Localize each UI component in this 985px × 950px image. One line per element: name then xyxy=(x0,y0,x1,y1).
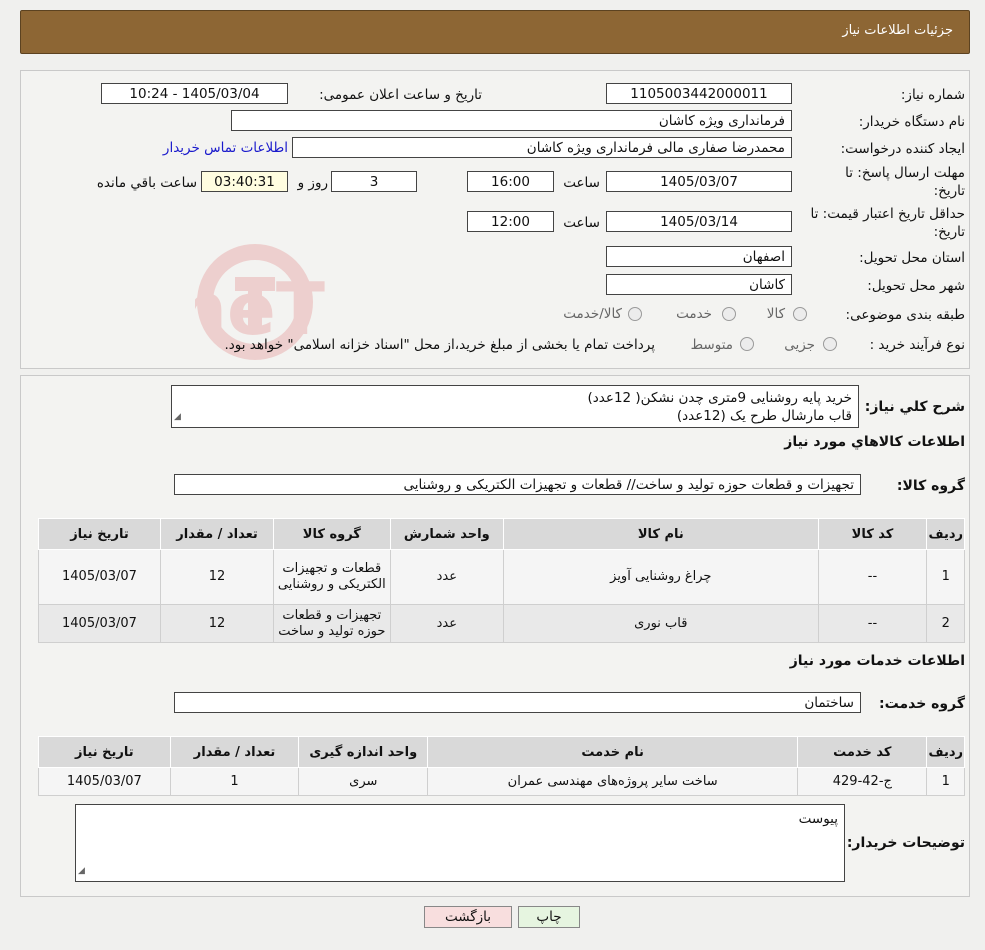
buyer-contact-link[interactable]: اطلاعات تماس خریدار xyxy=(156,140,288,156)
province-label: استان محل تحویل: xyxy=(859,250,965,266)
goods-cell-group: قطعات و تجهیزات الکتریکی و روشنایی xyxy=(273,549,391,605)
goods-cell-qty: 12 xyxy=(159,549,275,605)
resize-grip-icon[interactable]: ◢ xyxy=(174,408,181,426)
goods-cell-unit: عدد xyxy=(389,604,505,643)
process-medium-radio[interactable] xyxy=(740,337,754,351)
goods-section-title: اطلاعات کالاهاي مورد نياز xyxy=(784,434,965,450)
services-cell-name: ساخت سایر پروژه‌های مهندسی عمران xyxy=(427,767,799,796)
goods-cell-group: تجهیزات و قطعات حوزه تولید و ساخت xyxy=(273,604,391,643)
validity-label: حداقل تاریخ اعتبار قیمت: تا xyxy=(810,206,965,222)
goods-col-row: رديف xyxy=(926,518,965,550)
goods-col-date: تاریخ نیاز xyxy=(38,518,161,550)
process-label: نوع فرآیند خرید : xyxy=(869,337,965,353)
days-label: روز و xyxy=(297,175,328,191)
buyer-org-field: فرمانداری ویژه کاشان xyxy=(231,110,792,131)
goods-cell-name: قاب نوری xyxy=(503,604,819,643)
page-title: جزئیات اطلاعات نیاز xyxy=(842,23,953,38)
notes-label: توضیحات خریدار: xyxy=(846,835,965,851)
table-row: 2 -- قاب نوری عدد تجهیزات و قطعات حوزه ت… xyxy=(38,604,965,643)
province-field: اصفهان xyxy=(606,246,792,267)
summary-label: شرح کلي نياز: xyxy=(864,399,965,415)
goods-cell-row: 2 xyxy=(926,604,965,643)
services-col-row: رديف xyxy=(926,736,965,768)
validity-label-cont: تاریخ: xyxy=(933,224,965,240)
services-col-qty: تعداد / مقدار xyxy=(169,736,300,768)
category-goods-service-label: کالا/خدمت xyxy=(563,306,622,322)
announce-label: تاریخ و ساعت اعلان عمومی: xyxy=(319,87,482,103)
services-cell-qty: 1 xyxy=(169,767,300,796)
goods-col-qty: تعداد / مقدار xyxy=(159,518,275,550)
goods-cell-row: 1 xyxy=(926,549,965,605)
buyer-org-label: نام دستگاه خریدار: xyxy=(858,114,965,130)
summary-line-2: قاب مارشال طرح یک (12عدد) xyxy=(676,408,852,424)
print-button[interactable]: چاپ xyxy=(518,906,580,928)
need-number-field: 1105003442000011 xyxy=(606,83,792,104)
city-field: کاشان xyxy=(606,274,792,295)
deadline-label: مهلت ارسال پاسخ: تا xyxy=(845,165,965,181)
category-goods-service-radio[interactable] xyxy=(628,307,642,321)
services-section-title: اطلاعات خدمات مورد نياز xyxy=(789,653,965,669)
services-col-code: کد خدمت xyxy=(797,736,928,768)
notes-textarea[interactable]: پیوست ◢ xyxy=(75,804,845,882)
goods-group-label: گروه کالا: xyxy=(896,478,965,494)
goods-cell-name: چراغ روشنایی آویز xyxy=(503,549,819,605)
goods-cell-code: -- xyxy=(817,604,928,643)
category-label: طبقه بندی موضوعی: xyxy=(845,307,965,323)
services-group-label: گروه خدمت: xyxy=(879,696,965,712)
goods-cell-unit: عدد xyxy=(389,549,505,605)
deadline-time-field: 16:00 xyxy=(467,171,554,192)
category-service-label: خدمت xyxy=(676,306,712,322)
goods-cell-qty: 12 xyxy=(159,604,275,643)
validity-date-field: 1405/03/14 xyxy=(606,211,792,232)
creator-field: محمدرضا صفاری مالی فرمانداری ویژه کاشان xyxy=(292,137,792,158)
page-header: جزئیات اطلاعات نیاز xyxy=(20,10,970,54)
resize-grip-icon[interactable]: ◢ xyxy=(78,862,85,880)
goods-col-unit: واحد شمارش xyxy=(389,518,505,550)
process-minor-label: جزیی xyxy=(784,337,815,353)
remaining-time-field: 03:40:31 xyxy=(201,171,288,192)
table-row: 1 -- چراغ روشنایی آویز عدد قطعات و تجهیز… xyxy=(38,549,965,605)
services-cell-code: ج-42-429 xyxy=(797,767,928,796)
services-table: رديف کد خدمت نام خدمت واحد اندازه گیری ت… xyxy=(38,736,965,796)
goods-group-field: تجهیزات و قطعات حوزه تولید و ساخت// قطعا… xyxy=(174,474,861,495)
city-label: شهر محل تحویل: xyxy=(867,278,965,294)
goods-col-name: نام کالا xyxy=(503,518,819,550)
table-row: 1 ج-42-429 ساخت سایر پروژه‌های مهندسی عم… xyxy=(38,767,965,796)
category-service-radio[interactable] xyxy=(722,307,736,321)
services-group-field: ساختمان xyxy=(174,692,861,713)
validity-time-label: ساعت xyxy=(563,215,600,231)
summary-line-1: خرید پایه روشنایی 9متری چدن نشکن( 12عدد) xyxy=(587,390,852,406)
goods-col-group: گروه کالا xyxy=(273,518,391,550)
validity-time-field: 12:00 xyxy=(467,211,554,232)
process-minor-radio[interactable] xyxy=(823,337,837,351)
summary-textarea[interactable]: خرید پایه روشنایی 9متری چدن نشکن( 12عدد)… xyxy=(171,385,859,428)
goods-cell-code: -- xyxy=(817,549,928,605)
process-note: پرداخت تمام یا بخشی از مبلغ خرید،از محل … xyxy=(224,337,655,353)
notes-value: پیوست xyxy=(798,811,838,827)
days-field: 3 xyxy=(331,171,417,192)
goods-col-code: کد کالا xyxy=(817,518,928,550)
services-col-date: تاریخ نیاز xyxy=(38,736,171,768)
process-medium-label: متوسط xyxy=(690,337,733,353)
creator-label: ایجاد کننده درخواست: xyxy=(840,141,965,157)
services-col-name: نام خدمت xyxy=(427,736,799,768)
back-button[interactable]: بازگشت xyxy=(424,906,512,928)
need-number-label: شماره نیاز: xyxy=(900,87,965,103)
goods-cell-date: 1405/03/07 xyxy=(38,549,161,605)
services-col-unit: واحد اندازه گیری xyxy=(298,736,429,768)
services-cell-date: 1405/03/07 xyxy=(38,767,171,796)
announce-datetime-field: 1405/03/04 - 10:24 xyxy=(101,83,288,104)
deadline-time-label: ساعت xyxy=(563,175,600,191)
category-goods-radio[interactable] xyxy=(793,307,807,321)
deadline-label-cont: تاریخ: xyxy=(933,183,965,199)
category-goods-label: کالا xyxy=(766,306,785,322)
remaining-label: ساعت باقي مانده xyxy=(96,175,197,191)
deadline-date-field: 1405/03/07 xyxy=(606,171,792,192)
services-cell-unit: سری xyxy=(298,767,429,796)
goods-cell-date: 1405/03/07 xyxy=(38,604,161,643)
services-cell-row: 1 xyxy=(926,767,965,796)
goods-table: رديف کد کالا نام کالا واحد شمارش گروه کا… xyxy=(38,518,965,643)
